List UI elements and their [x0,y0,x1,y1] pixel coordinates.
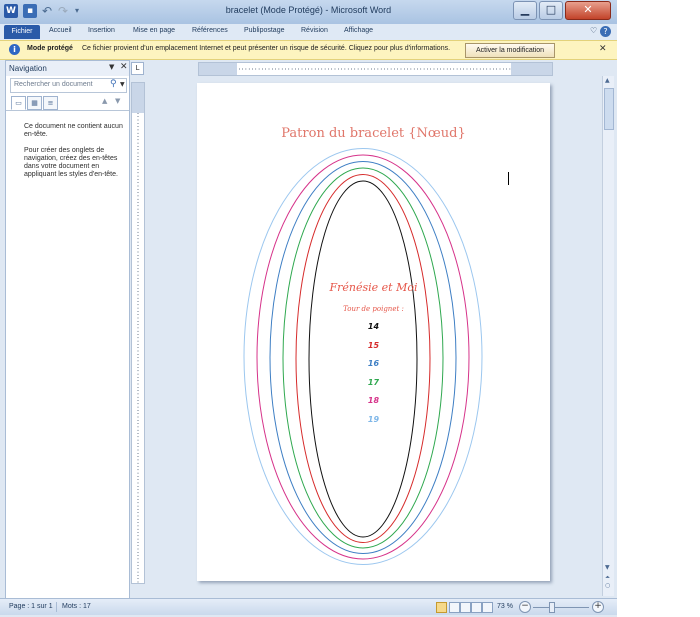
protected-mode-title: Mode protégé [27,45,73,52]
minimize-button[interactable]: ▁ [513,1,537,20]
title-bar: W ▪ ↶ ↷ ▾ bracelet (Mode Protégé) - Micr… [0,0,617,24]
text-cursor [508,172,509,185]
size-16: 16 [367,359,380,368]
bracelet-outline-4 [269,161,457,554]
tab-publipostage[interactable]: Publipostage [244,27,284,34]
brand-text: Frénésie et Moi [329,281,418,294]
tab-references[interactable]: Références [192,27,228,34]
navigation-message: Ce document ne contient aucun en-tête. [24,123,123,138]
vertical-scrollbar[interactable]: ▲ ▼ ⏶ ○ [602,76,614,596]
zoom-in-icon[interactable]: + [592,601,604,613]
status-divider [56,602,57,612]
zoom-level[interactable]: 73 % [497,603,513,610]
tab-pages-icon[interactable]: ▦ [27,96,42,110]
print-layout-view-icon[interactable] [436,602,447,613]
document-title: Patron du bracelet {Nœud} [281,126,466,141]
close-pane-icon[interactable]: ✕ [120,62,128,72]
zoom-slider-thumb[interactable] [549,602,555,613]
status-bar: Page : 1 sur 1 Mots : 17 73 % − + [0,598,617,615]
maximize-button[interactable]: □ [539,1,563,20]
web-layout-icon[interactable] [460,602,471,613]
protected-mode-message[interactable]: Ce fichier provient d'un emplacement Int… [82,45,450,52]
navigation-title: Navigation [9,64,47,73]
tab-results-icon[interactable]: ≡ [43,96,58,110]
previous-icon[interactable]: ▲ [102,97,107,105]
ribbon-tabs: Fichier Accueil Insertion Mise en page R… [0,24,617,40]
search-placeholder: Rechercher un document [14,81,93,88]
vertical-ruler-margin [132,83,144,113]
info-icon: i [9,44,20,55]
tab-headings-icon[interactable]: ▭ [11,96,26,110]
bracelet-outline-5 [256,154,470,560]
word-count[interactable]: Mots : 17 [62,603,91,610]
word-window: W ▪ ↶ ↷ ▾ bracelet (Mode Protégé) - Micr… [0,0,617,617]
tab-selector-icon[interactable]: L [131,62,144,75]
document-page[interactable]: Patron du bracelet {Nœud} Frénésie et Mo… [197,83,550,581]
ribbon-minimize-icon[interactable]: ♡ [590,26,597,35]
tab-affichage[interactable]: Affichage [344,27,373,34]
browse-object-icon[interactable]: ○ [605,582,610,589]
bracelet-outline-6 [243,148,483,565]
size-19: 19 [367,414,380,424]
close-button[interactable]: ✕ [565,1,611,20]
navigation-pane: Navigation ▼ ✕ Rechercher un document ⚲ … [5,60,130,600]
enable-editing-button[interactable]: Activer la modification [465,43,555,58]
page-count[interactable]: Page : 1 sur 1 [9,603,53,610]
navigation-header: Navigation ▼ ✕ [6,61,129,76]
size-15: 15 [367,340,380,350]
size-14: 14 [367,322,380,331]
vertical-ruler[interactable] [131,82,145,584]
tab-revision[interactable]: Révision [301,27,328,34]
help-icon[interactable]: ? [600,26,611,37]
wrist-size-label: Tour de poignet : [343,305,404,313]
size-17: 17 [367,377,380,387]
scroll-down-icon[interactable]: ▼ [605,564,610,571]
zoom-out-icon[interactable]: − [519,601,531,613]
zoom-slider[interactable] [533,607,589,608]
pane-options-icon[interactable]: ▼ [109,63,114,71]
ruler-margin-right [511,63,552,75]
protected-mode-bar: i Mode protégé Ce fichier provient d'un … [0,40,617,60]
bracelet-outlines [243,148,483,565]
tab-mise-en-page[interactable]: Mise en page [133,27,175,34]
tab-insertion[interactable]: Insertion [88,27,115,34]
scroll-up-icon[interactable]: ▲ [605,77,610,84]
full-screen-reading-icon[interactable] [449,602,460,613]
tab-accueil[interactable]: Accueil [49,27,72,34]
navigation-help-message: Pour créer des onglets de navigation, cr… [24,147,118,178]
search-icon[interactable]: ⚲ [110,79,117,89]
outline-view-icon[interactable] [471,602,482,613]
search-options-icon[interactable]: ▼ [120,81,125,88]
draft-view-icon[interactable] [482,602,493,613]
search-document-input[interactable]: Rechercher un document ⚲ ▼ [10,78,127,93]
next-icon[interactable]: ▼ [115,97,120,105]
previous-page-icon[interactable]: ⏶ [605,574,610,582]
scroll-thumb[interactable] [604,88,614,130]
horizontal-ruler[interactable] [198,62,553,76]
tab-fichier[interactable]: Fichier [4,25,40,39]
bracelet-outline-3 [282,167,444,549]
divider [6,110,129,111]
size-18: 18 [367,396,380,405]
vertical-ruler-ticks [132,83,144,583]
ruler-ticks [199,63,552,75]
close-protected-bar-icon[interactable]: ✕ [599,44,607,54]
ruler-margin-left [199,63,237,75]
